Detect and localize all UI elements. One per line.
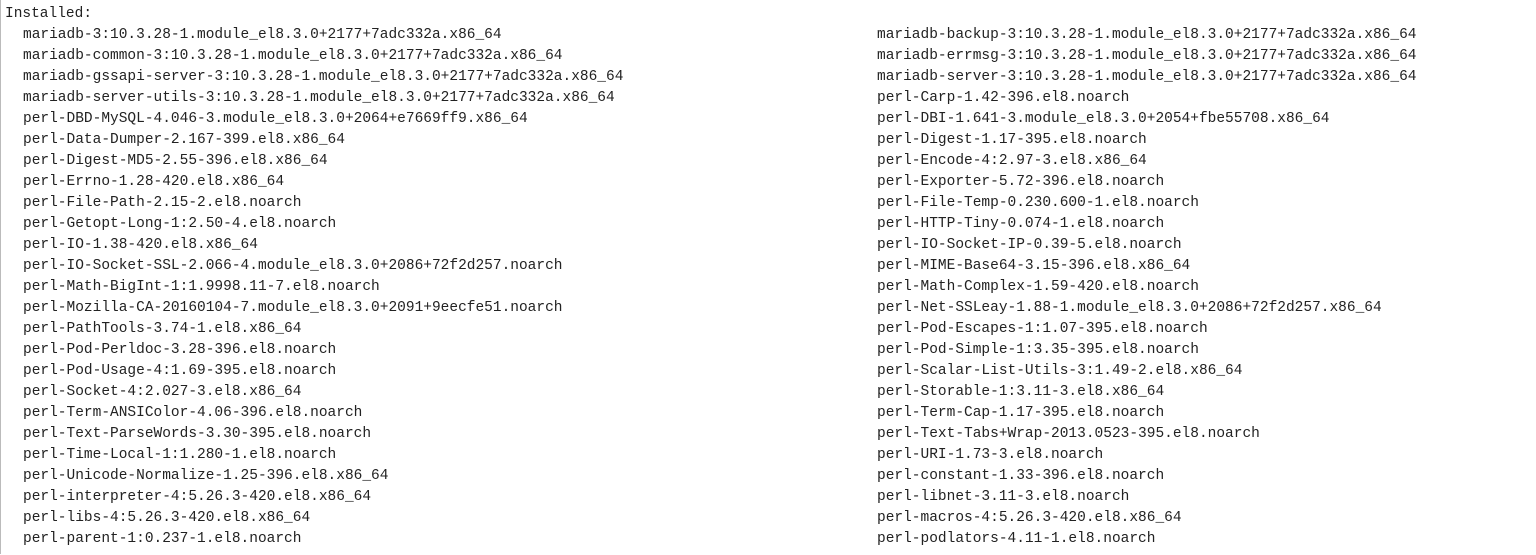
package-line: perl-IO-1.38-420.el8.x86_64: [5, 235, 859, 256]
package-line: perl-DBI-1.641-3.module_el8.3.0+2054+fbe…: [859, 109, 1536, 130]
package-line: perl-libnet-3.11-3.el8.noarch: [859, 487, 1536, 508]
package-line: perl-Text-Tabs+Wrap-2013.0523-395.el8.no…: [859, 424, 1536, 445]
package-line: perl-Pod-Perldoc-3.28-396.el8.noarch: [5, 340, 859, 361]
package-line: perl-Exporter-5.72-396.el8.noarch: [859, 172, 1536, 193]
package-line: perl-Math-Complex-1.59-420.el8.noarch: [859, 277, 1536, 298]
package-line: perl-podlators-4.11-1.el8.noarch: [859, 529, 1536, 550]
package-line: perl-DBD-MySQL-4.046-3.module_el8.3.0+20…: [5, 109, 859, 130]
package-line: mariadb-backup-3:10.3.28-1.module_el8.3.…: [859, 25, 1536, 46]
installed-header: Installed:: [5, 4, 1536, 25]
package-line: perl-Carp-1.42-396.el8.noarch: [859, 88, 1536, 109]
package-line: perl-Pod-Simple-1:3.35-395.el8.noarch: [859, 340, 1536, 361]
package-columns: mariadb-3:10.3.28-1.module_el8.3.0+2177+…: [5, 25, 1536, 550]
package-line: perl-Term-ANSIColor-4.06-396.el8.noarch: [5, 403, 859, 424]
package-line: perl-File-Temp-0.230.600-1.el8.noarch: [859, 193, 1536, 214]
package-line: perl-Net-SSLeay-1.88-1.module_el8.3.0+20…: [859, 298, 1536, 319]
package-line: perl-Scalar-List-Utils-3:1.49-2.el8.x86_…: [859, 361, 1536, 382]
package-line: perl-Pod-Escapes-1:1.07-395.el8.noarch: [859, 319, 1536, 340]
package-column-left: mariadb-3:10.3.28-1.module_el8.3.0+2177+…: [5, 25, 859, 550]
package-line: perl-Getopt-Long-1:2.50-4.el8.noarch: [5, 214, 859, 235]
package-line: perl-Socket-4:2.027-3.el8.x86_64: [5, 382, 859, 403]
package-line: mariadb-server-utils-3:10.3.28-1.module_…: [5, 88, 859, 109]
package-line: perl-Digest-1.17-395.el8.noarch: [859, 130, 1536, 151]
package-line: mariadb-server-3:10.3.28-1.module_el8.3.…: [859, 67, 1536, 88]
package-line: perl-MIME-Base64-3.15-396.el8.x86_64: [859, 256, 1536, 277]
package-line: perl-Data-Dumper-2.167-399.el8.x86_64: [5, 130, 859, 151]
package-line: perl-macros-4:5.26.3-420.el8.x86_64: [859, 508, 1536, 529]
package-line: perl-constant-1.33-396.el8.noarch: [859, 466, 1536, 487]
package-line: perl-HTTP-Tiny-0.074-1.el8.noarch: [859, 214, 1536, 235]
package-line: mariadb-errmsg-3:10.3.28-1.module_el8.3.…: [859, 46, 1536, 67]
package-line: perl-Storable-1:3.11-3.el8.x86_64: [859, 382, 1536, 403]
package-line: perl-PathTools-3.74-1.el8.x86_64: [5, 319, 859, 340]
package-line: perl-IO-Socket-SSL-2.066-4.module_el8.3.…: [5, 256, 859, 277]
package-line: mariadb-common-3:10.3.28-1.module_el8.3.…: [5, 46, 859, 67]
terminal-output: Installed: mariadb-3:10.3.28-1.module_el…: [0, 0, 1536, 554]
package-line: perl-interpreter-4:5.26.3-420.el8.x86_64: [5, 487, 859, 508]
package-line: perl-Errno-1.28-420.el8.x86_64: [5, 172, 859, 193]
package-line: mariadb-3:10.3.28-1.module_el8.3.0+2177+…: [5, 25, 859, 46]
package-line: mariadb-gssapi-server-3:10.3.28-1.module…: [5, 67, 859, 88]
package-line: perl-Text-ParseWords-3.30-395.el8.noarch: [5, 424, 859, 445]
package-line: perl-Term-Cap-1.17-395.el8.noarch: [859, 403, 1536, 424]
package-line: perl-Math-BigInt-1:1.9998.11-7.el8.noarc…: [5, 277, 859, 298]
package-line: perl-libs-4:5.26.3-420.el8.x86_64: [5, 508, 859, 529]
package-line: perl-Digest-MD5-2.55-396.el8.x86_64: [5, 151, 859, 172]
package-line: perl-Time-Local-1:1.280-1.el8.noarch: [5, 445, 859, 466]
package-line: perl-Encode-4:2.97-3.el8.x86_64: [859, 151, 1536, 172]
package-line: perl-Mozilla-CA-20160104-7.module_el8.3.…: [5, 298, 859, 319]
package-line: perl-parent-1:0.237-1.el8.noarch: [5, 529, 859, 550]
package-line: perl-Pod-Usage-4:1.69-395.el8.noarch: [5, 361, 859, 382]
package-line: perl-IO-Socket-IP-0.39-5.el8.noarch: [859, 235, 1536, 256]
package-line: perl-URI-1.73-3.el8.noarch: [859, 445, 1536, 466]
package-line: perl-File-Path-2.15-2.el8.noarch: [5, 193, 859, 214]
package-column-right: mariadb-backup-3:10.3.28-1.module_el8.3.…: [859, 25, 1536, 550]
package-line: perl-Unicode-Normalize-1.25-396.el8.x86_…: [5, 466, 859, 487]
